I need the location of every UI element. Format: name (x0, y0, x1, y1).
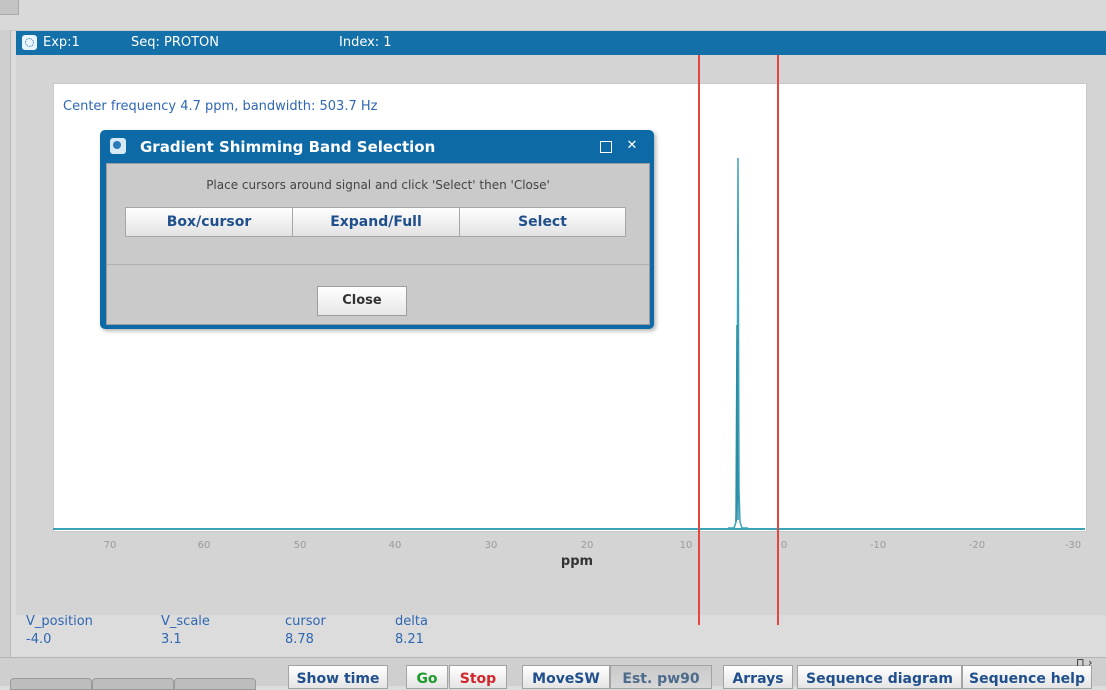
tick-label: 40 (388, 540, 402, 551)
show-time-button[interactable]: Show time (288, 665, 388, 689)
seq-label: Seq: PROTON (131, 35, 220, 50)
spectrum-peak (728, 157, 748, 529)
movesw-button[interactable]: MoveSW (522, 665, 610, 689)
v-scale-label: V_scale (161, 614, 210, 629)
sequence-diagram-button[interactable]: Sequence diagram (797, 665, 962, 689)
est-pw90-button[interactable]: Est. pw90 (610, 665, 712, 689)
dialog-app-icon (110, 138, 126, 154)
v-scale-value: 3.1 (161, 632, 182, 647)
tick-label: -20 (968, 540, 986, 551)
tick-label: 30 (484, 540, 498, 551)
dialog-content: Place cursors around signal and click 'S… (106, 163, 650, 325)
maximize-icon[interactable] (600, 141, 612, 153)
cursor-label: cursor (285, 614, 326, 629)
bottom-tab[interactable] (174, 678, 256, 690)
bottom-tab[interactable] (92, 678, 174, 690)
left-cursor-line[interactable] (698, 55, 700, 625)
tick-label: 20 (580, 540, 594, 551)
box-cursor-button[interactable]: Box/cursor (125, 207, 293, 237)
top-strip (0, 0, 1106, 31)
tick-label: -10 (869, 540, 887, 551)
dialog-instruction: Place cursors around signal and click 'S… (206, 178, 550, 192)
experiment-icon[interactable] (22, 35, 37, 50)
right-cursor-line[interactable] (777, 55, 779, 625)
experiment-header: Exp:1 Seq: PROTON Index: 1 (16, 31, 1106, 55)
tick-label: 60 (197, 540, 211, 551)
v-position-value: -4.0 (26, 632, 52, 647)
stop-button[interactable]: Stop (449, 665, 507, 689)
tick-label: 70 (103, 540, 117, 551)
tick-label: -30 (1064, 540, 1082, 551)
top-tab-stub[interactable] (0, 0, 19, 15)
v-position-label: V_position (26, 614, 93, 629)
delta-label: delta (395, 614, 428, 629)
dialog-divider (107, 264, 649, 265)
dialog-button-row: Box/cursor Expand/Full Select (125, 207, 626, 237)
baseline (53, 528, 1085, 530)
bottom-tab[interactable] (10, 678, 92, 690)
tick-label: 0 (780, 540, 788, 551)
tick-label: 50 (293, 540, 307, 551)
go-button[interactable]: Go (406, 665, 448, 689)
expand-full-button[interactable]: Expand/Full (292, 207, 460, 237)
close-button[interactable]: Close (317, 286, 407, 316)
axis-title: ppm (560, 554, 594, 569)
tick-label: 10 (679, 540, 693, 551)
dialog-title: Gradient Shimming Band Selection (140, 138, 436, 156)
delta-value: 8.21 (395, 632, 424, 647)
cursor-value: 8.78 (285, 632, 314, 647)
pin-icon[interactable]: ⊓ › (1076, 656, 1092, 669)
index-label: Index: 1 (339, 35, 392, 50)
exp-label: Exp:1 (43, 35, 80, 50)
close-icon[interactable]: ✕ (625, 139, 639, 153)
center-frequency-text: Center frequency 4.7 ppm, bandwidth: 503… (63, 99, 378, 114)
left-rail (0, 30, 11, 685)
select-button[interactable]: Select (459, 207, 626, 237)
gradient-shimming-dialog: Gradient Shimming Band Selection ✕ Place… (100, 130, 654, 329)
sequence-help-button[interactable]: Sequence help (962, 665, 1092, 689)
arrays-button[interactable]: Arrays (723, 665, 793, 689)
